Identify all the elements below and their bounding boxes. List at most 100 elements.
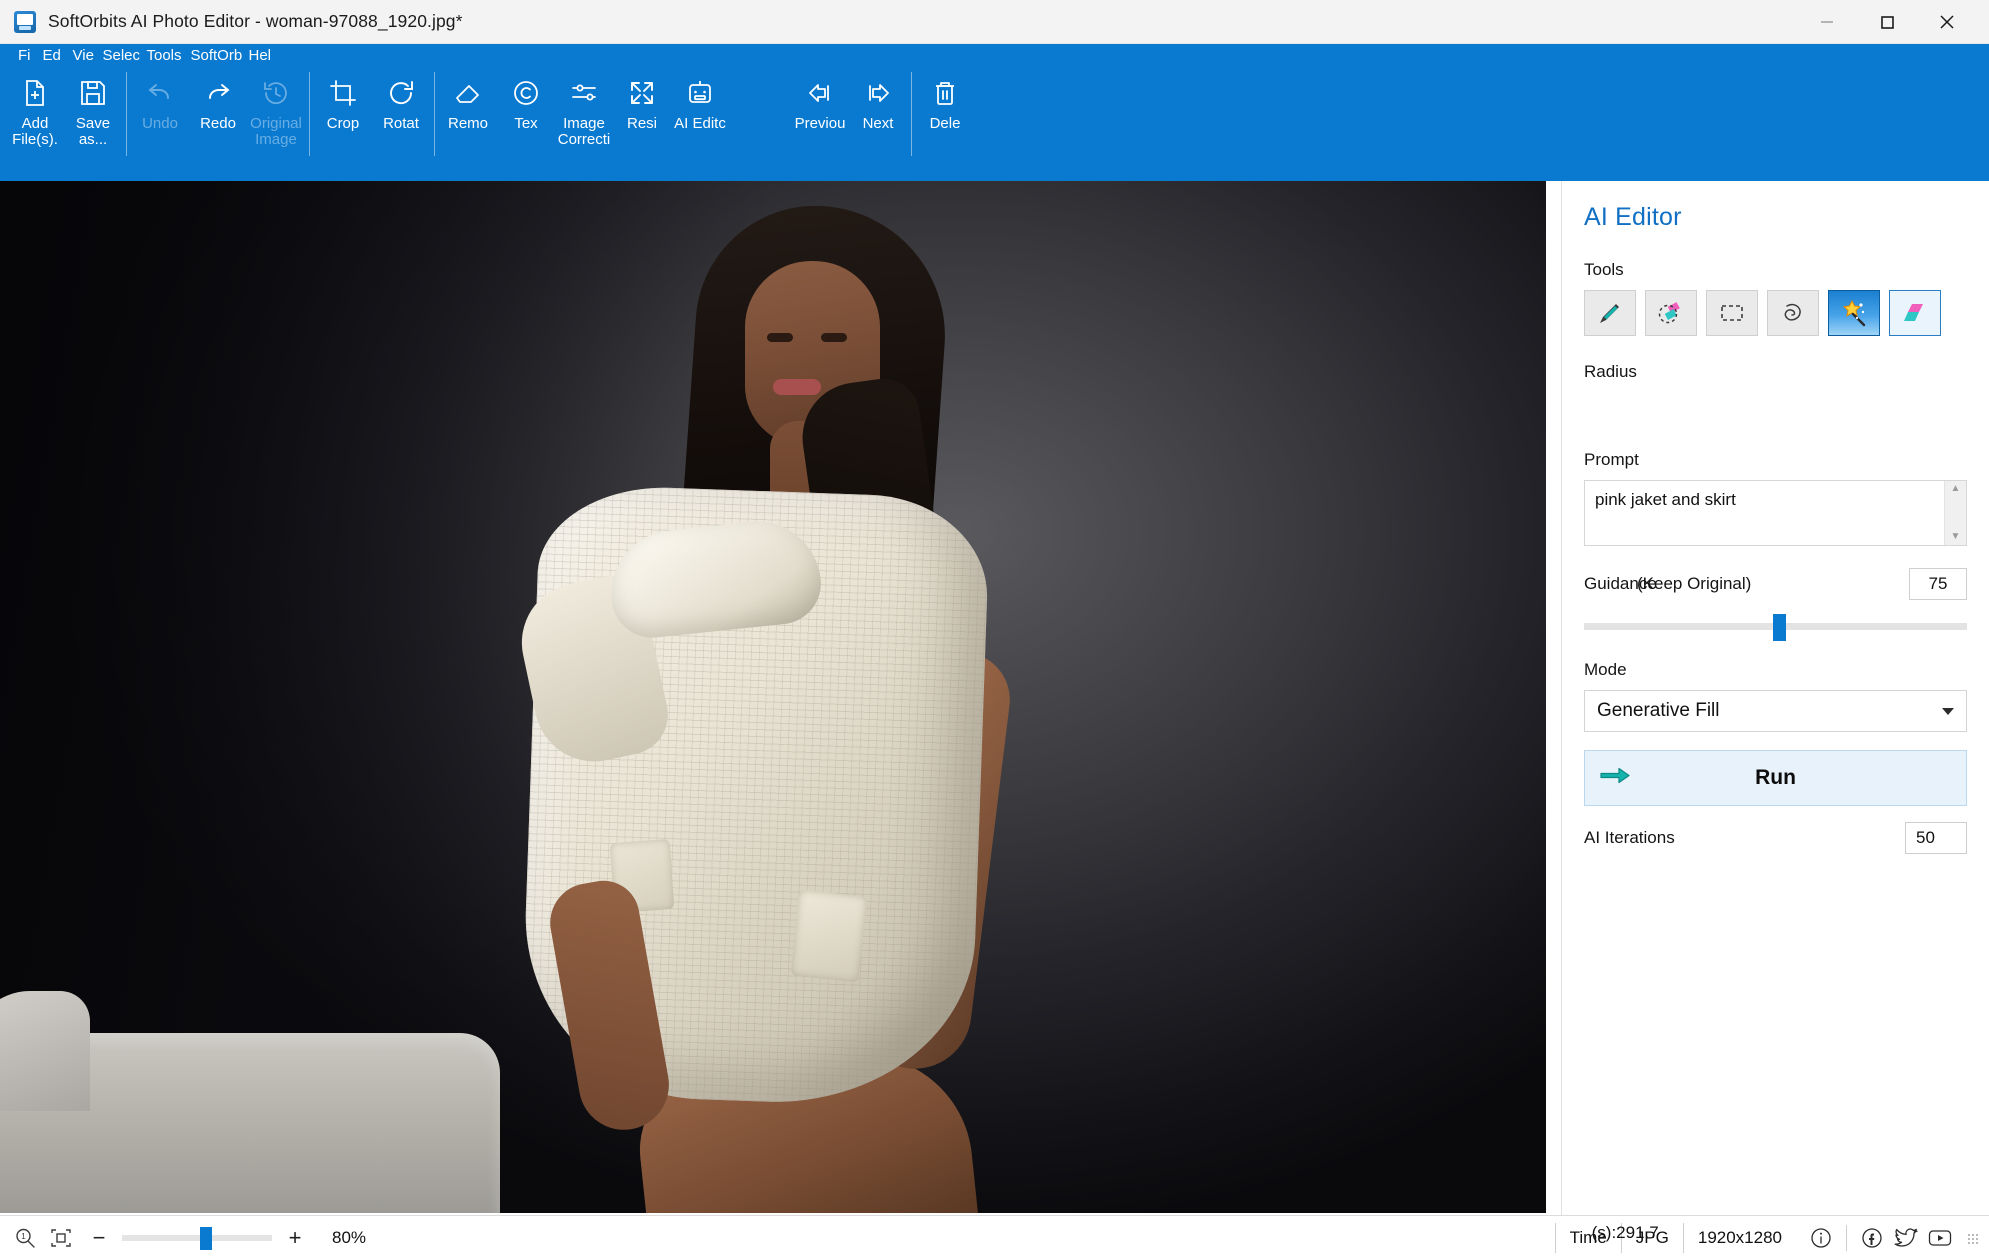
scroll-down-icon[interactable]: ▼ xyxy=(1951,532,1961,542)
ai-iterations-row: AI Iterations 50 xyxy=(1584,822,1967,854)
zoom-actual-size-icon[interactable]: 1 xyxy=(10,1223,40,1253)
toolbar-ai-editor-button[interactable]: AI Editc xyxy=(671,68,729,132)
minimize-button[interactable] xyxy=(1797,0,1857,44)
toolbar-crop-button[interactable]: Crop xyxy=(314,68,372,132)
close-button[interactable] xyxy=(1917,0,1977,44)
zoom-slider-track[interactable] xyxy=(122,1234,272,1241)
rectangle-select-tool-button[interactable] xyxy=(1706,290,1758,336)
processing-time-value: (s):291.7 xyxy=(1591,1222,1659,1242)
toolbar-text-watermark-button[interactable]: Tex xyxy=(497,68,555,132)
ai-iterations-input[interactable]: 50 xyxy=(1905,822,1967,854)
status-bar: 1 − + 80% Time (s):291.7 JPG 1920x1280 xyxy=(0,1215,1989,1259)
guidance-value-box[interactable]: 75 xyxy=(1909,568,1967,600)
toolbar-rotate-button[interactable]: Rotat xyxy=(372,68,430,132)
toolbar-previous-label: Previou xyxy=(794,116,846,132)
menu-item-help[interactable]: Hel xyxy=(243,45,273,67)
main-toolbar: Add File(s). Save as... Undo Redo Origin… xyxy=(0,68,1989,181)
toolbar-remove-label: Remo xyxy=(447,116,488,132)
resize-icon xyxy=(625,76,659,110)
toolbar-image-correction-label: Image Correcti xyxy=(557,116,611,148)
menu-item-select[interactable]: Selec xyxy=(97,45,141,67)
zoom-slider-thumb[interactable] xyxy=(200,1226,212,1250)
add-file-icon xyxy=(18,76,52,110)
panel-title: AI Editor xyxy=(1584,203,1682,231)
image-dimensions-cell: 1920x1280 xyxy=(1682,1222,1796,1253)
zoom-percent-label: 80% xyxy=(332,1227,367,1247)
magic-wand-tool-button[interactable] xyxy=(1828,290,1880,336)
toolbar-resize-button[interactable]: Resi xyxy=(613,68,671,132)
info-icon[interactable] xyxy=(1806,1223,1836,1253)
toolbar-next-label: Next xyxy=(862,116,894,132)
save-as-icon xyxy=(76,76,110,110)
mode-select[interactable]: Generative Fill xyxy=(1584,690,1967,732)
guidance-slider-thumb[interactable] xyxy=(1773,614,1786,641)
status-bar-right: Time (s):291.7 JPG 1920x1280 xyxy=(1554,1222,1979,1253)
prompt-textarea[interactable]: pink jaket and skirt ▲ ▼ xyxy=(1584,480,1967,546)
toolbar-previous-button[interactable]: Previou xyxy=(791,68,849,132)
toolbar-add-files-label: Add File(s). xyxy=(12,116,58,148)
photo-preview[interactable] xyxy=(0,181,1546,1213)
watermark-copyright-icon xyxy=(509,76,543,110)
toolbar-original-image-label: Original Image xyxy=(250,116,302,148)
toolbar-original-image-button[interactable]: Original Image xyxy=(247,68,305,148)
guidance-slider[interactable] xyxy=(1584,612,1967,642)
lasso-select-tool-button[interactable] xyxy=(1767,290,1819,336)
toolbar-undo-label: Undo xyxy=(142,116,178,132)
fill-tool-button[interactable] xyxy=(1889,290,1941,336)
menu-item-edit[interactable]: Ed xyxy=(37,45,67,67)
scroll-up-icon[interactable]: ▲ xyxy=(1951,484,1961,494)
toolbar-next-button[interactable]: Next xyxy=(849,68,907,132)
main-content: AI Editor Tools Radius Prompt pink jaket… xyxy=(0,181,1989,1215)
svg-text:1: 1 xyxy=(21,1232,26,1241)
zoom-out-button[interactable]: − xyxy=(82,1223,116,1253)
radius-label: Radius xyxy=(1584,362,1637,381)
toolbar-separator xyxy=(911,72,912,156)
status-social-links xyxy=(1796,1223,1979,1253)
guidance-label: Guidance (Keep Original) xyxy=(1584,574,1751,594)
brush-tool-button[interactable] xyxy=(1584,290,1636,336)
image-correction-icon xyxy=(567,76,601,110)
run-button[interactable]: Run xyxy=(1584,750,1967,806)
fit-to-screen-icon[interactable] xyxy=(46,1223,76,1253)
crop-icon xyxy=(326,76,360,110)
toolbar-save-as-label: Save as... xyxy=(75,116,111,148)
prompt-scrollbar[interactable]: ▲ ▼ xyxy=(1944,481,1966,545)
menu-item-tools[interactable]: Tools xyxy=(141,45,185,67)
mode-selected-value: Generative Fill xyxy=(1597,700,1720,721)
menu-item-view[interactable]: Vie xyxy=(67,45,97,67)
zoom-slider[interactable] xyxy=(122,1223,272,1253)
rotate-icon xyxy=(384,76,418,110)
resize-grip[interactable] xyxy=(1965,1231,1979,1245)
toolbar-save-as-button[interactable]: Save as... xyxy=(64,68,122,148)
prompt-value[interactable]: pink jaket and skirt xyxy=(1585,481,1944,545)
run-button-label: Run xyxy=(1755,766,1796,789)
menu-item-file[interactable]: Fi xyxy=(12,45,37,67)
toolbar-rotate-label: Rotat xyxy=(383,116,419,132)
toolbar-add-files-button[interactable]: Add File(s). xyxy=(6,68,64,148)
menu-item-softorbits[interactable]: SoftOrb xyxy=(185,45,243,67)
image-canvas[interactable] xyxy=(0,181,1561,1215)
eraser-remove-icon xyxy=(451,76,485,110)
toolbar-resize-label: Resi xyxy=(626,116,657,132)
radius-control-area[interactable] xyxy=(1584,392,1967,450)
youtube-icon[interactable] xyxy=(1925,1223,1955,1253)
chevron-down-icon[interactable] xyxy=(1942,707,1954,715)
toolbar-image-correction-button[interactable]: Image Correcti xyxy=(555,68,613,148)
application-window: SoftOrbits AI Photo Editor - woman-97088… xyxy=(0,0,1989,1259)
toolbar-undo-button[interactable]: Undo xyxy=(131,68,189,132)
zoom-in-button[interactable]: + xyxy=(278,1223,312,1253)
toolbar-separator xyxy=(434,72,435,156)
eraser-icon xyxy=(1656,298,1686,328)
toolbar-delete-button[interactable]: Dele xyxy=(916,68,974,132)
lasso-icon xyxy=(1778,298,1808,328)
tools-label: Tools xyxy=(1584,260,1624,279)
toolbar-remove-button[interactable]: Remo xyxy=(439,68,497,132)
toolbar-redo-button[interactable]: Redo xyxy=(189,68,247,132)
eraser-tool-button[interactable] xyxy=(1645,290,1697,336)
prompt-label: Prompt xyxy=(1584,450,1639,469)
facebook-icon[interactable] xyxy=(1857,1223,1887,1253)
maximize-button[interactable] xyxy=(1857,0,1917,44)
toolbar-separator xyxy=(309,72,310,156)
window-controls xyxy=(1797,0,1989,44)
twitter-icon[interactable] xyxy=(1891,1223,1921,1253)
